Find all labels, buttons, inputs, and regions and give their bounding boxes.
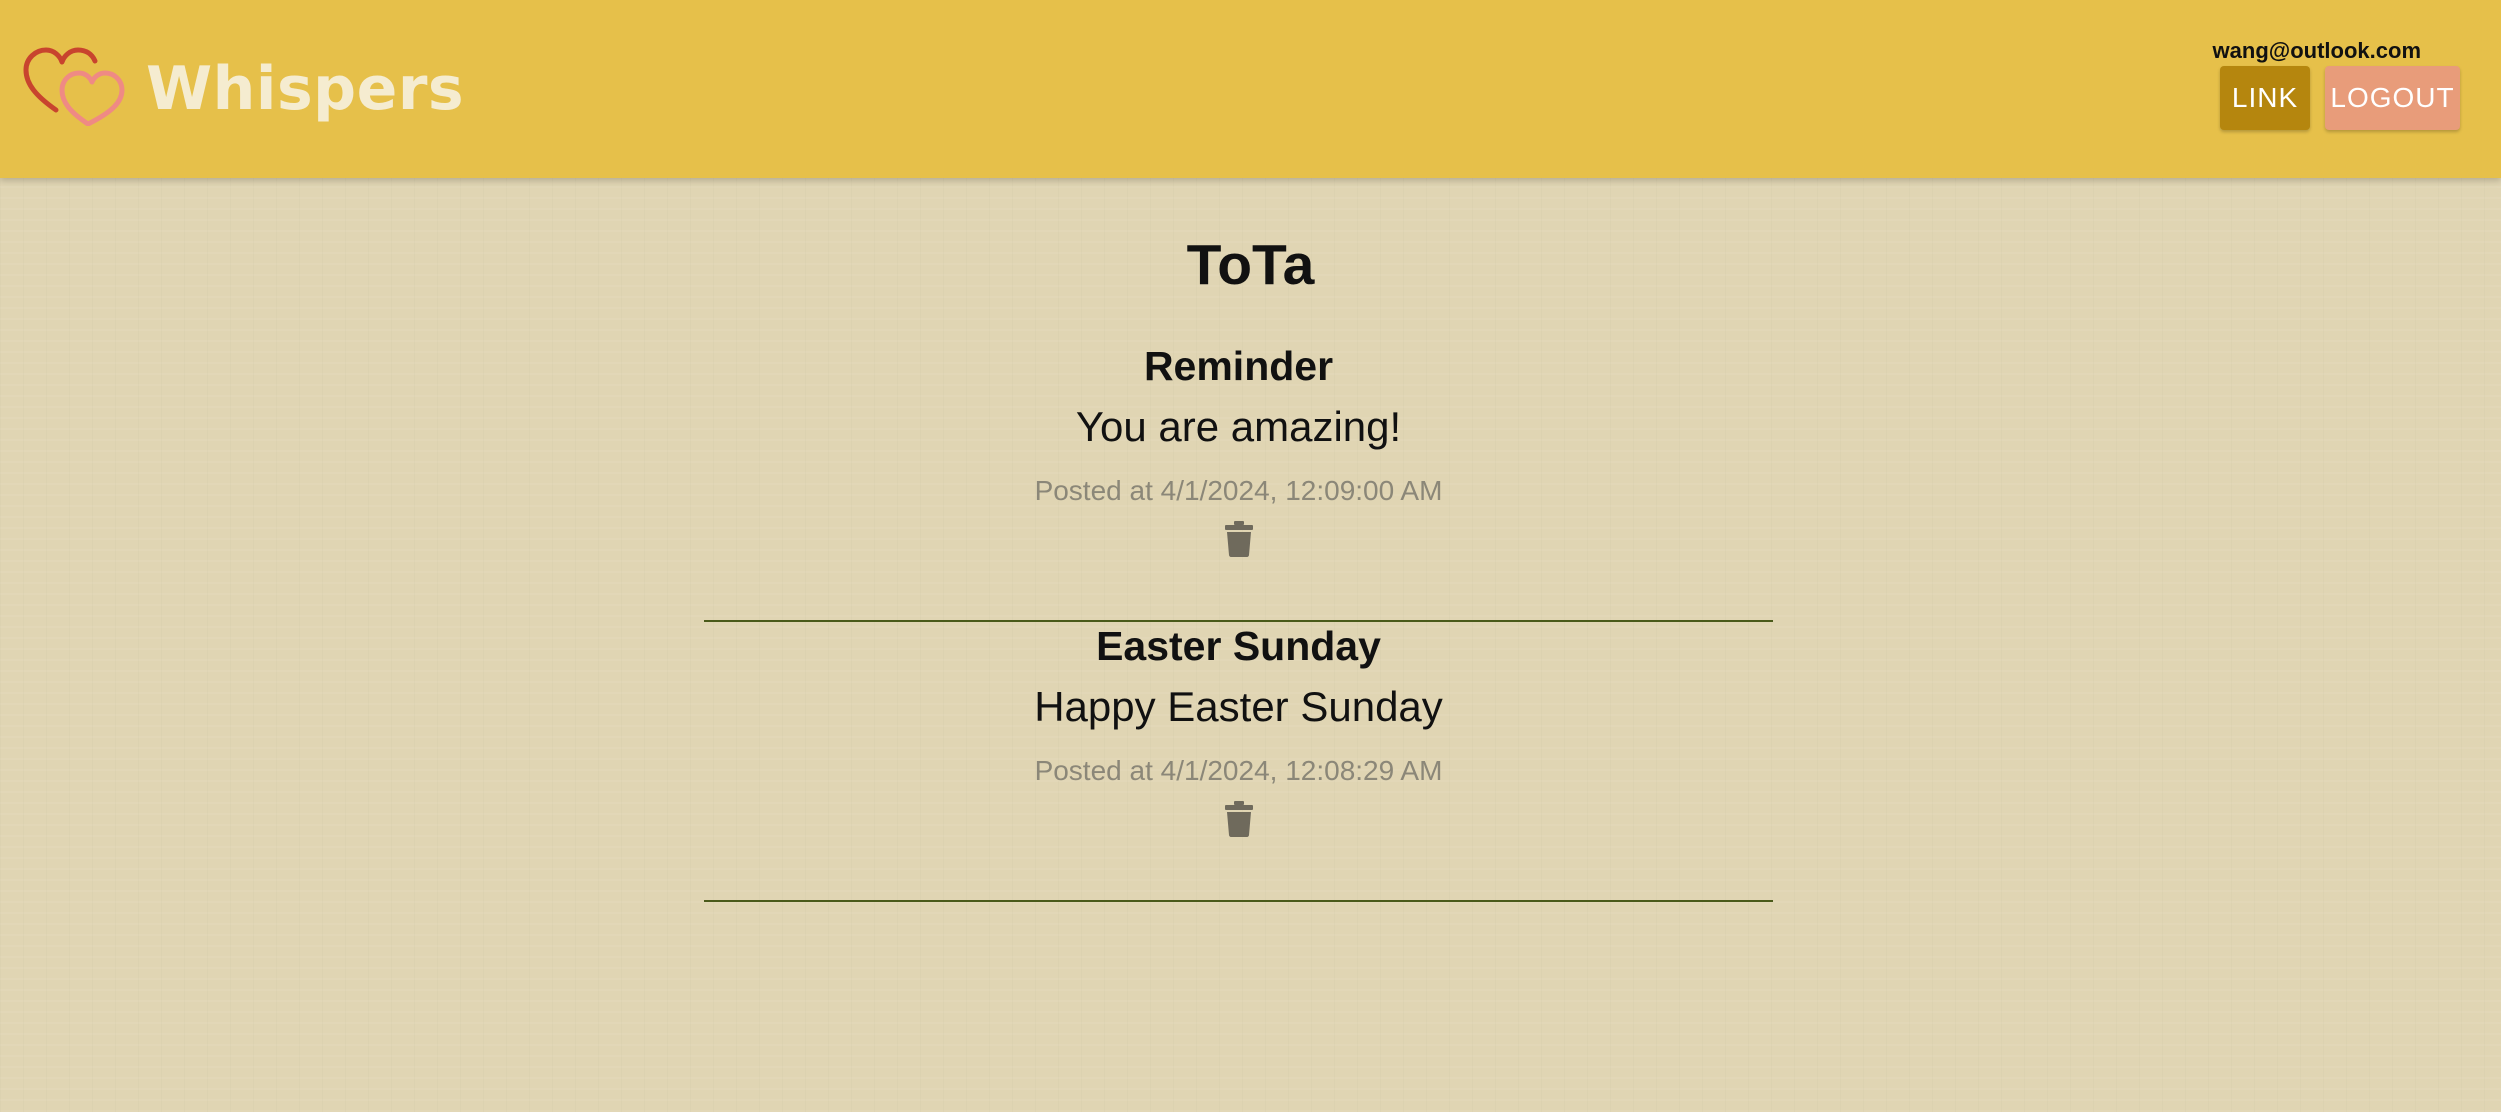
post-item: Easter Sunday Happy Easter Sunday Posted… xyxy=(704,621,1773,902)
app-brand-title[interactable]: Whispers xyxy=(146,44,464,134)
trash-icon[interactable] xyxy=(1224,521,1254,557)
post-body: Happy Easter Sunday xyxy=(1034,683,1443,730)
post-item: Reminder You are amazing! Posted at 4/1/… xyxy=(704,341,1773,622)
app-header: Whispers wang@outlook.com LINK LOGOUT xyxy=(0,0,2501,178)
logout-button[interactable]: LOGOUT xyxy=(2325,66,2460,130)
post-timestamp: Posted at 4/1/2024, 12:08:29 AM xyxy=(1034,755,1443,786)
post-title: Easter Sunday xyxy=(1096,623,1381,669)
post-timestamp: Posted at 4/1/2024, 12:09:00 AM xyxy=(1034,475,1443,506)
page-title: ToTa xyxy=(1186,233,1315,297)
post-title: Reminder xyxy=(1143,343,1334,389)
user-email: wang@outlook.com xyxy=(2212,38,2421,63)
link-button[interactable]: LINK xyxy=(2220,66,2310,130)
two-hearts-logo-icon[interactable] xyxy=(22,46,126,126)
post-body: You are amazing! xyxy=(1075,403,1402,450)
trash-icon[interactable] xyxy=(1224,801,1254,837)
